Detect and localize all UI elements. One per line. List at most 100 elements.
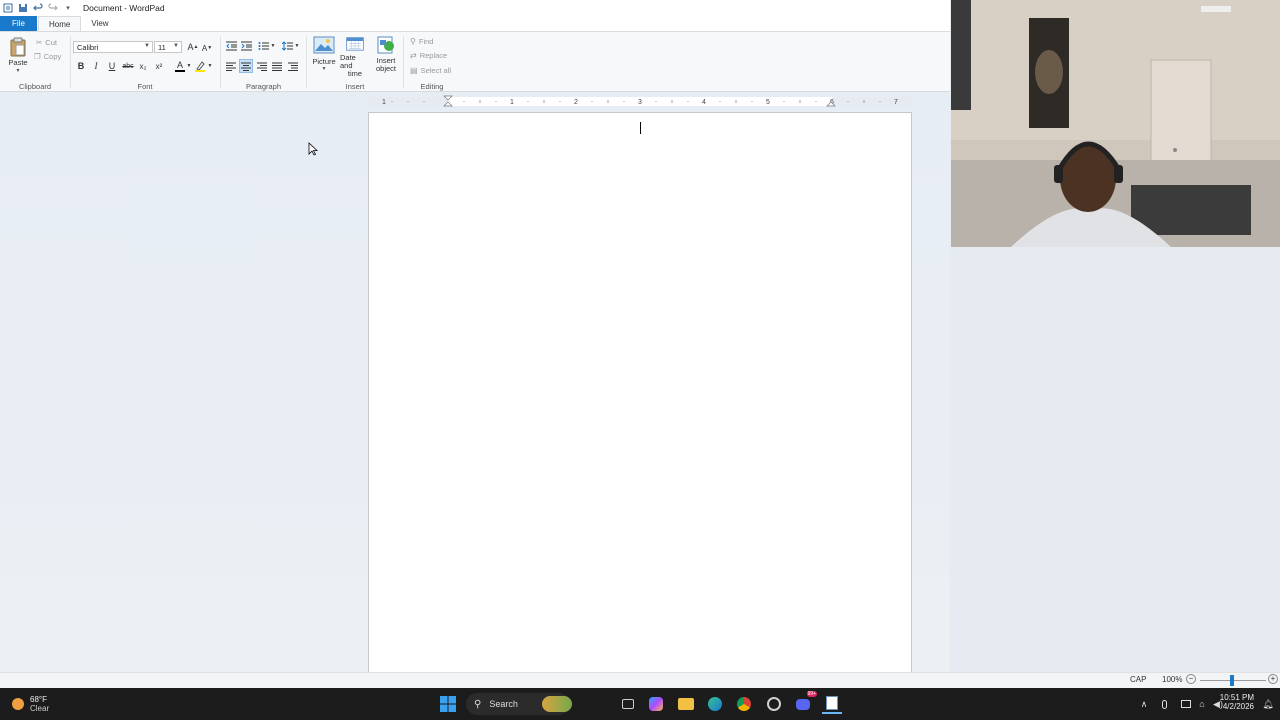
insert-group-label: Insert <box>345 82 365 91</box>
copilot-icon[interactable] <box>646 694 666 714</box>
taskbar-search[interactable]: ⚲ Search <box>466 693 572 715</box>
app-icon[interactable] <box>764 694 784 714</box>
ribbon: Paste ▾ ✂ Cut ❐ Copy Clipboard Calibri ▼… <box>0 31 950 92</box>
highlight-button[interactable] <box>193 59 207 73</box>
chevron-down-icon[interactable]: ▼ <box>207 61 213 71</box>
cut-label: Cut <box>45 38 57 47</box>
highlighter-icon <box>195 61 205 72</box>
paste-icon <box>10 37 26 56</box>
decrease-indent-icon[interactable] <box>225 40 237 52</box>
font-group-label: Font <box>137 82 153 91</box>
chevron-down-icon[interactable]: ▼ <box>186 61 192 71</box>
taskbar: 68°F Clear ⚲ Search 99+ ∧ ⌂ ◀) 10:51 PM … <box>0 688 1280 720</box>
notification-badge: 99+ <box>806 691 817 697</box>
select-all-button[interactable]: ▤ Select all <box>410 66 451 75</box>
caps-lock-indicator: CAP <box>1130 675 1147 684</box>
notifications-bell-icon[interactable]: 🔔︎ <box>1258 694 1278 714</box>
title-bar: ▾ Document - WordPad <box>0 0 950 16</box>
paste-label: Paste <box>8 57 28 67</box>
replace-button[interactable]: ⇄ Replace <box>410 51 447 60</box>
italic-button[interactable]: I <box>90 60 102 72</box>
ruler-mark: 5 <box>766 99 770 106</box>
grow-font-icon[interactable]: A ▲ <box>187 41 199 53</box>
shrink-font-icon[interactable]: A ▼ <box>201 42 213 54</box>
discord-icon[interactable]: 99+ <box>793 691 817 714</box>
find-button[interactable]: ⚲ Find <box>410 37 433 46</box>
align-left-icon[interactable] <box>225 60 237 72</box>
wordpad-app-icon[interactable] <box>1 1 15 15</box>
ruler-mark: 1 <box>382 99 386 106</box>
ruler-mark: 3 <box>638 99 642 106</box>
zoom-in-button[interactable]: + <box>1268 674 1278 684</box>
redo-icon[interactable] <box>46 1 60 15</box>
font-group: Calibri ▼ 11 ▼ A ▲ A ▼ B I U abc x₂ x² A ▼… <box>71 32 219 92</box>
copy-button[interactable]: ❐ Copy <box>34 52 61 61</box>
font-size-select[interactable]: 11 ▼ <box>154 41 182 53</box>
find-label: Find <box>418 37 434 46</box>
webcam-overlay <box>951 0 1280 247</box>
screen-background <box>950 248 1280 672</box>
select-all-label: Select all <box>420 66 451 75</box>
task-view-icon[interactable] <box>618 694 638 714</box>
line-spacing-icon[interactable] <box>281 40 293 52</box>
ruler[interactable]: 1 1 2 3 4 5 6 7 <box>368 95 912 107</box>
date-time-label-1: Date and <box>340 53 356 70</box>
file-explorer-icon[interactable] <box>676 694 696 714</box>
chrome-icon[interactable] <box>734 694 754 714</box>
editing-group-label: Editing <box>420 82 444 91</box>
zoom-out-button[interactable]: − <box>1186 674 1196 684</box>
tab-home[interactable]: Home <box>38 16 82 31</box>
chevron-up-icon[interactable]: ∧ <box>1134 694 1154 714</box>
tab-view[interactable]: View <box>81 16 118 31</box>
picture-icon <box>313 36 335 54</box>
text-caret <box>640 122 641 134</box>
clock-date: 4/2/2026 <box>1222 702 1254 711</box>
microphone-icon[interactable] <box>1154 694 1174 714</box>
chevron-down-icon[interactable]: ▼ <box>294 42 300 50</box>
tab-file[interactable]: File <box>0 16 37 31</box>
clipboard-group-label: Clipboard <box>18 82 52 91</box>
customize-qat-chevron-down-icon[interactable]: ▾ <box>61 1 75 15</box>
binoculars-icon: ⚲ <box>410 37 416 46</box>
insert-object-button[interactable]: Insert object <box>373 36 399 78</box>
mouse-pointer-icon <box>308 142 318 156</box>
search-icon: ⚲ <box>474 698 482 710</box>
bold-button[interactable]: B <box>75 60 87 72</box>
chevron-down-icon: ▼ <box>144 43 150 49</box>
document-page[interactable] <box>368 112 912 672</box>
replace-label: Replace <box>419 51 448 60</box>
subscript-button[interactable]: x₂ <box>137 60 149 72</box>
copy-label: Copy <box>43 52 62 61</box>
undo-icon[interactable] <box>31 1 45 15</box>
weather-widget[interactable]: 68°F Clear <box>12 692 49 716</box>
justify-icon[interactable] <box>271 60 283 72</box>
picture-button[interactable]: Picture ▼ <box>311 36 337 78</box>
paste-button[interactable]: Paste ▾ <box>6 36 30 74</box>
window-title: Document - WordPad <box>83 3 165 13</box>
start-button[interactable] <box>438 694 458 714</box>
picture-label: Picture <box>312 57 336 66</box>
align-center-icon[interactable] <box>239 59 253 73</box>
superscript-button[interactable]: x² <box>153 60 165 72</box>
wordpad-taskbar-icon[interactable] <box>822 694 842 714</box>
insert-object-label-2: object <box>375 64 396 73</box>
insert-group: Picture ▼ Date and time Insert object In… <box>307 32 403 92</box>
webcam-image <box>951 0 1280 247</box>
strikethrough-button[interactable]: abc <box>121 60 135 72</box>
object-icon <box>377 36 394 54</box>
select-all-icon: ▤ <box>410 66 418 75</box>
underline-button[interactable]: U <box>106 60 118 72</box>
chevron-down-icon[interactable]: ▼ <box>270 42 276 50</box>
bullet-list-icon[interactable] <box>257 40 269 52</box>
clock-time: 10:51 PM <box>1219 693 1254 702</box>
increase-indent-icon[interactable] <box>240 40 252 52</box>
clock[interactable]: 10:51 PM 4/2/2026 <box>1214 693 1254 711</box>
paragraph-settings-icon[interactable] <box>287 60 299 72</box>
cut-button[interactable]: ✂ Cut <box>36 38 57 47</box>
date-time-button[interactable]: Date and time <box>340 36 370 78</box>
save-icon[interactable] <box>16 1 30 15</box>
zoom-slider-thumb[interactable] <box>1230 675 1234 686</box>
font-family-select[interactable]: Calibri ▼ <box>73 41 153 53</box>
align-right-icon[interactable] <box>256 60 268 72</box>
edge-icon[interactable] <box>705 694 725 714</box>
